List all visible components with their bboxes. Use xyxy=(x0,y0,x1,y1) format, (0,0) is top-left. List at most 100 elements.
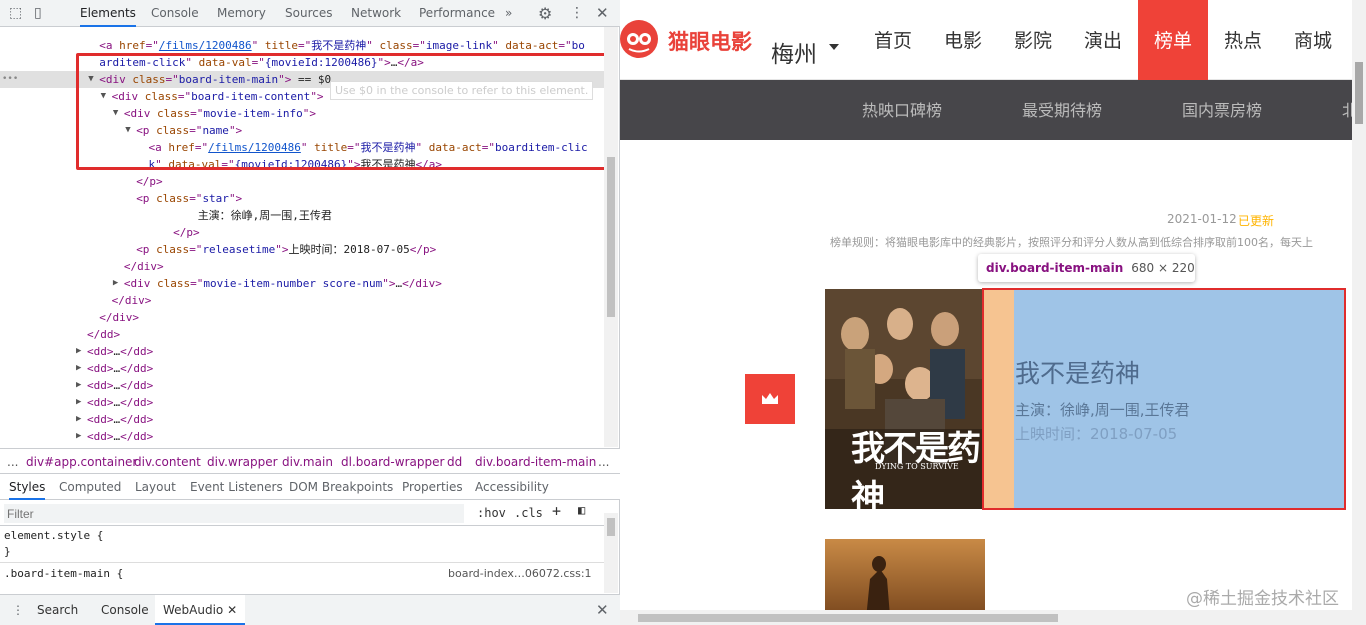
drawer-tab-console[interactable]: Console xyxy=(101,595,149,625)
subtab-computed[interactable]: Computed xyxy=(59,474,121,500)
dom-node-line[interactable]: ▶<dd>…</dd> xyxy=(0,428,604,445)
breadcrumb-content[interactable]: div.content xyxy=(134,449,201,475)
breadcrumb-ellipsis-end[interactable]: ... xyxy=(598,449,609,475)
breadcrumb-wrapper[interactable]: div.wrapper xyxy=(207,449,278,475)
breadcrumb-app-container[interactable]: div#app.container xyxy=(26,449,137,475)
maoyan-logo-icon[interactable] xyxy=(620,20,658,58)
dom-node-line[interactable]: ▶<dd>…</dd> xyxy=(0,377,604,394)
dom-node-line[interactable]: <p class="releasetime">上映时间：2018-07-05</… xyxy=(0,241,604,258)
elements-scrollbar[interactable] xyxy=(604,27,618,447)
dom-node-line[interactable]: </div> xyxy=(0,258,604,275)
styles-pane: element.style { } .board-item-main { boa… xyxy=(0,527,604,593)
new-style-rule-icon[interactable]: + xyxy=(552,502,561,520)
dom-node-line[interactable]: </dd> xyxy=(0,326,604,343)
tab-memory[interactable]: Memory xyxy=(217,0,266,27)
subnav-box-office[interactable]: 国内票房榜 xyxy=(1182,80,1262,142)
page-horizontal-scrollbar[interactable] xyxy=(620,610,1352,625)
tab-performance[interactable]: Performance xyxy=(419,0,495,27)
dom-node-line[interactable]: ▶<dd>…</dd> xyxy=(0,360,604,377)
style-source-link[interactable]: board-index…06072.css:1 xyxy=(448,567,592,580)
more-options-icon[interactable]: ⋮ xyxy=(570,0,584,27)
dom-node-line[interactable]: <p class="star"> xyxy=(0,190,604,207)
devtools-tabbar: ⬚ ▯ Elements Console Memory Sources Netw… xyxy=(0,0,620,27)
chevron-down-icon[interactable] xyxy=(829,44,839,50)
updated-label: 已更新 xyxy=(1238,214,1275,228)
nav-hot[interactable]: 热点 xyxy=(1208,0,1278,80)
nav-rankings[interactable]: 榜单 xyxy=(1138,0,1208,80)
subtab-accessibility[interactable]: Accessibility xyxy=(475,474,549,500)
nav-cinemas[interactable]: 影院 xyxy=(998,0,1068,80)
close-drawer-icon[interactable]: ✕ xyxy=(596,595,609,625)
site-logo-text[interactable]: 猫眼电影 xyxy=(668,26,752,56)
movie-poster[interactable]: 我不是药神 DYING TO SURVIVE xyxy=(825,289,985,509)
inspect-size: 680 × 220 xyxy=(1131,261,1195,275)
expand-arrow-icon[interactable]: ▶ xyxy=(76,360,81,377)
devtools-panel: ⬚ ▯ Elements Console Memory Sources Netw… xyxy=(0,0,620,625)
expand-arrow-icon[interactable]: ▶ xyxy=(113,275,118,292)
dom-node-line[interactable]: </div> xyxy=(0,309,604,326)
juejin-watermark: @稀土掘金技术社区 xyxy=(1186,589,1339,609)
toggle-sidebar-icon[interactable]: ◧ xyxy=(578,503,585,517)
nav-mall[interactable]: 商城 xyxy=(1278,0,1348,80)
expand-arrow-icon[interactable]: ▶ xyxy=(76,445,81,447)
city-selector[interactable]: 梅州 xyxy=(771,35,817,69)
dom-node-line[interactable]: </div> xyxy=(0,292,604,309)
inspect-selector: div.board-item-main xyxy=(986,261,1124,275)
styles-filter-input[interactable] xyxy=(4,504,464,523)
maoyan-page: 猫眼电影 梅州 首页 电影 影院 演出 榜单 热点 商城 热映口碑榜 最受期待榜… xyxy=(620,0,1366,625)
dom-node-line[interactable]: <a href="/films/1200486" title="我不是药神" c… xyxy=(0,37,604,54)
style-rule-element[interactable]: element.style { xyxy=(4,529,103,542)
dom-node-line[interactable]: ▶<dd>…</dd> xyxy=(0,411,604,428)
expand-arrow-icon[interactable]: ▶ xyxy=(76,411,81,428)
dom-node-line[interactable]: ▶ <div class="movie-item-number score-num… xyxy=(0,275,604,292)
breadcrumb-ellipsis[interactable]: ... xyxy=(7,449,18,475)
breadcrumb-dd[interactable]: dd xyxy=(447,449,462,475)
hov-toggle[interactable]: :hov xyxy=(477,506,506,520)
breadcrumb: ... div#app.container div.content div.wr… xyxy=(0,448,620,474)
drawer-tabbar: ⋮ Search Console WebAudio ✕ ✕ xyxy=(0,594,620,625)
dom-node-line[interactable]: ▶<dd>…</dd> xyxy=(0,394,604,411)
inspect-element-icon[interactable]: ⬚ xyxy=(9,0,22,27)
subtab-event-listeners[interactable]: Event Listeners xyxy=(190,474,283,500)
drawer-tab-search[interactable]: Search xyxy=(37,595,78,625)
dom-node-line[interactable]: ▶<dd>…</dd> xyxy=(0,445,604,447)
nav-movies[interactable]: 电影 xyxy=(928,0,998,80)
movie-name-link[interactable]: 我不是药神 xyxy=(1015,354,1140,390)
close-devtools-icon[interactable]: ✕ xyxy=(596,0,609,27)
page-vertical-scrollbar[interactable] xyxy=(1352,0,1366,625)
dom-node-line[interactable]: 主演：徐峥,周一围,王传君 xyxy=(0,207,604,224)
tab-elements[interactable]: Elements xyxy=(80,0,136,27)
tab-console[interactable]: Console xyxy=(151,0,199,27)
dom-node-line[interactable]: </p> xyxy=(0,173,604,190)
drawer-menu-icon[interactable]: ⋮ xyxy=(12,595,24,625)
breadcrumb-main[interactable]: div.main xyxy=(282,449,333,475)
subtab-dom-breakpoints[interactable]: DOM Breakpoints xyxy=(289,474,393,500)
device-toolbar-icon[interactable]: ▯ xyxy=(34,0,42,27)
console-hint-tooltip: Use $0 in the console to refer to this e… xyxy=(330,81,594,100)
expand-arrow-icon[interactable]: ▶ xyxy=(76,428,81,445)
breadcrumb-board-item-main[interactable]: div.board-item-main xyxy=(475,449,596,475)
tab-network[interactable]: Network xyxy=(351,0,401,27)
styles-scrollbar[interactable] xyxy=(604,513,618,593)
ranking-subnav: 热映口碑榜 最受期待榜 国内票房榜 北 xyxy=(620,80,1366,140)
subnav-most-expected[interactable]: 最受期待榜 xyxy=(1022,80,1102,142)
expand-arrow-icon[interactable]: ▶ xyxy=(76,343,81,360)
subtab-layout[interactable]: Layout xyxy=(135,474,176,500)
tab-sources[interactable]: Sources xyxy=(285,0,332,27)
expand-arrow-icon[interactable]: ▶ xyxy=(76,394,81,411)
style-rule-board-item-main[interactable]: .board-item-main { xyxy=(4,567,123,580)
more-tabs-button[interactable]: » xyxy=(505,0,512,27)
close-tab-icon[interactable]: ✕ xyxy=(227,603,237,617)
subnav-word-of-mouth[interactable]: 热映口碑榜 xyxy=(862,80,942,142)
subtab-styles[interactable]: Styles xyxy=(9,474,46,500)
settings-gear-icon[interactable]: ⚙ xyxy=(538,0,552,27)
dom-node-line[interactable]: </p> xyxy=(0,224,604,241)
nav-home[interactable]: 首页 xyxy=(858,0,928,80)
subtab-properties[interactable]: Properties xyxy=(402,474,463,500)
dom-node-line[interactable]: ▶<dd>…</dd> xyxy=(0,343,604,360)
breadcrumb-board-wrapper[interactable]: dl.board-wrapper xyxy=(341,449,444,475)
cls-toggle[interactable]: .cls xyxy=(514,506,543,520)
drawer-tab-webaudio[interactable]: WebAudio ✕ xyxy=(155,595,246,625)
expand-arrow-icon[interactable]: ▶ xyxy=(76,377,81,394)
nav-shows[interactable]: 演出 xyxy=(1068,0,1138,80)
